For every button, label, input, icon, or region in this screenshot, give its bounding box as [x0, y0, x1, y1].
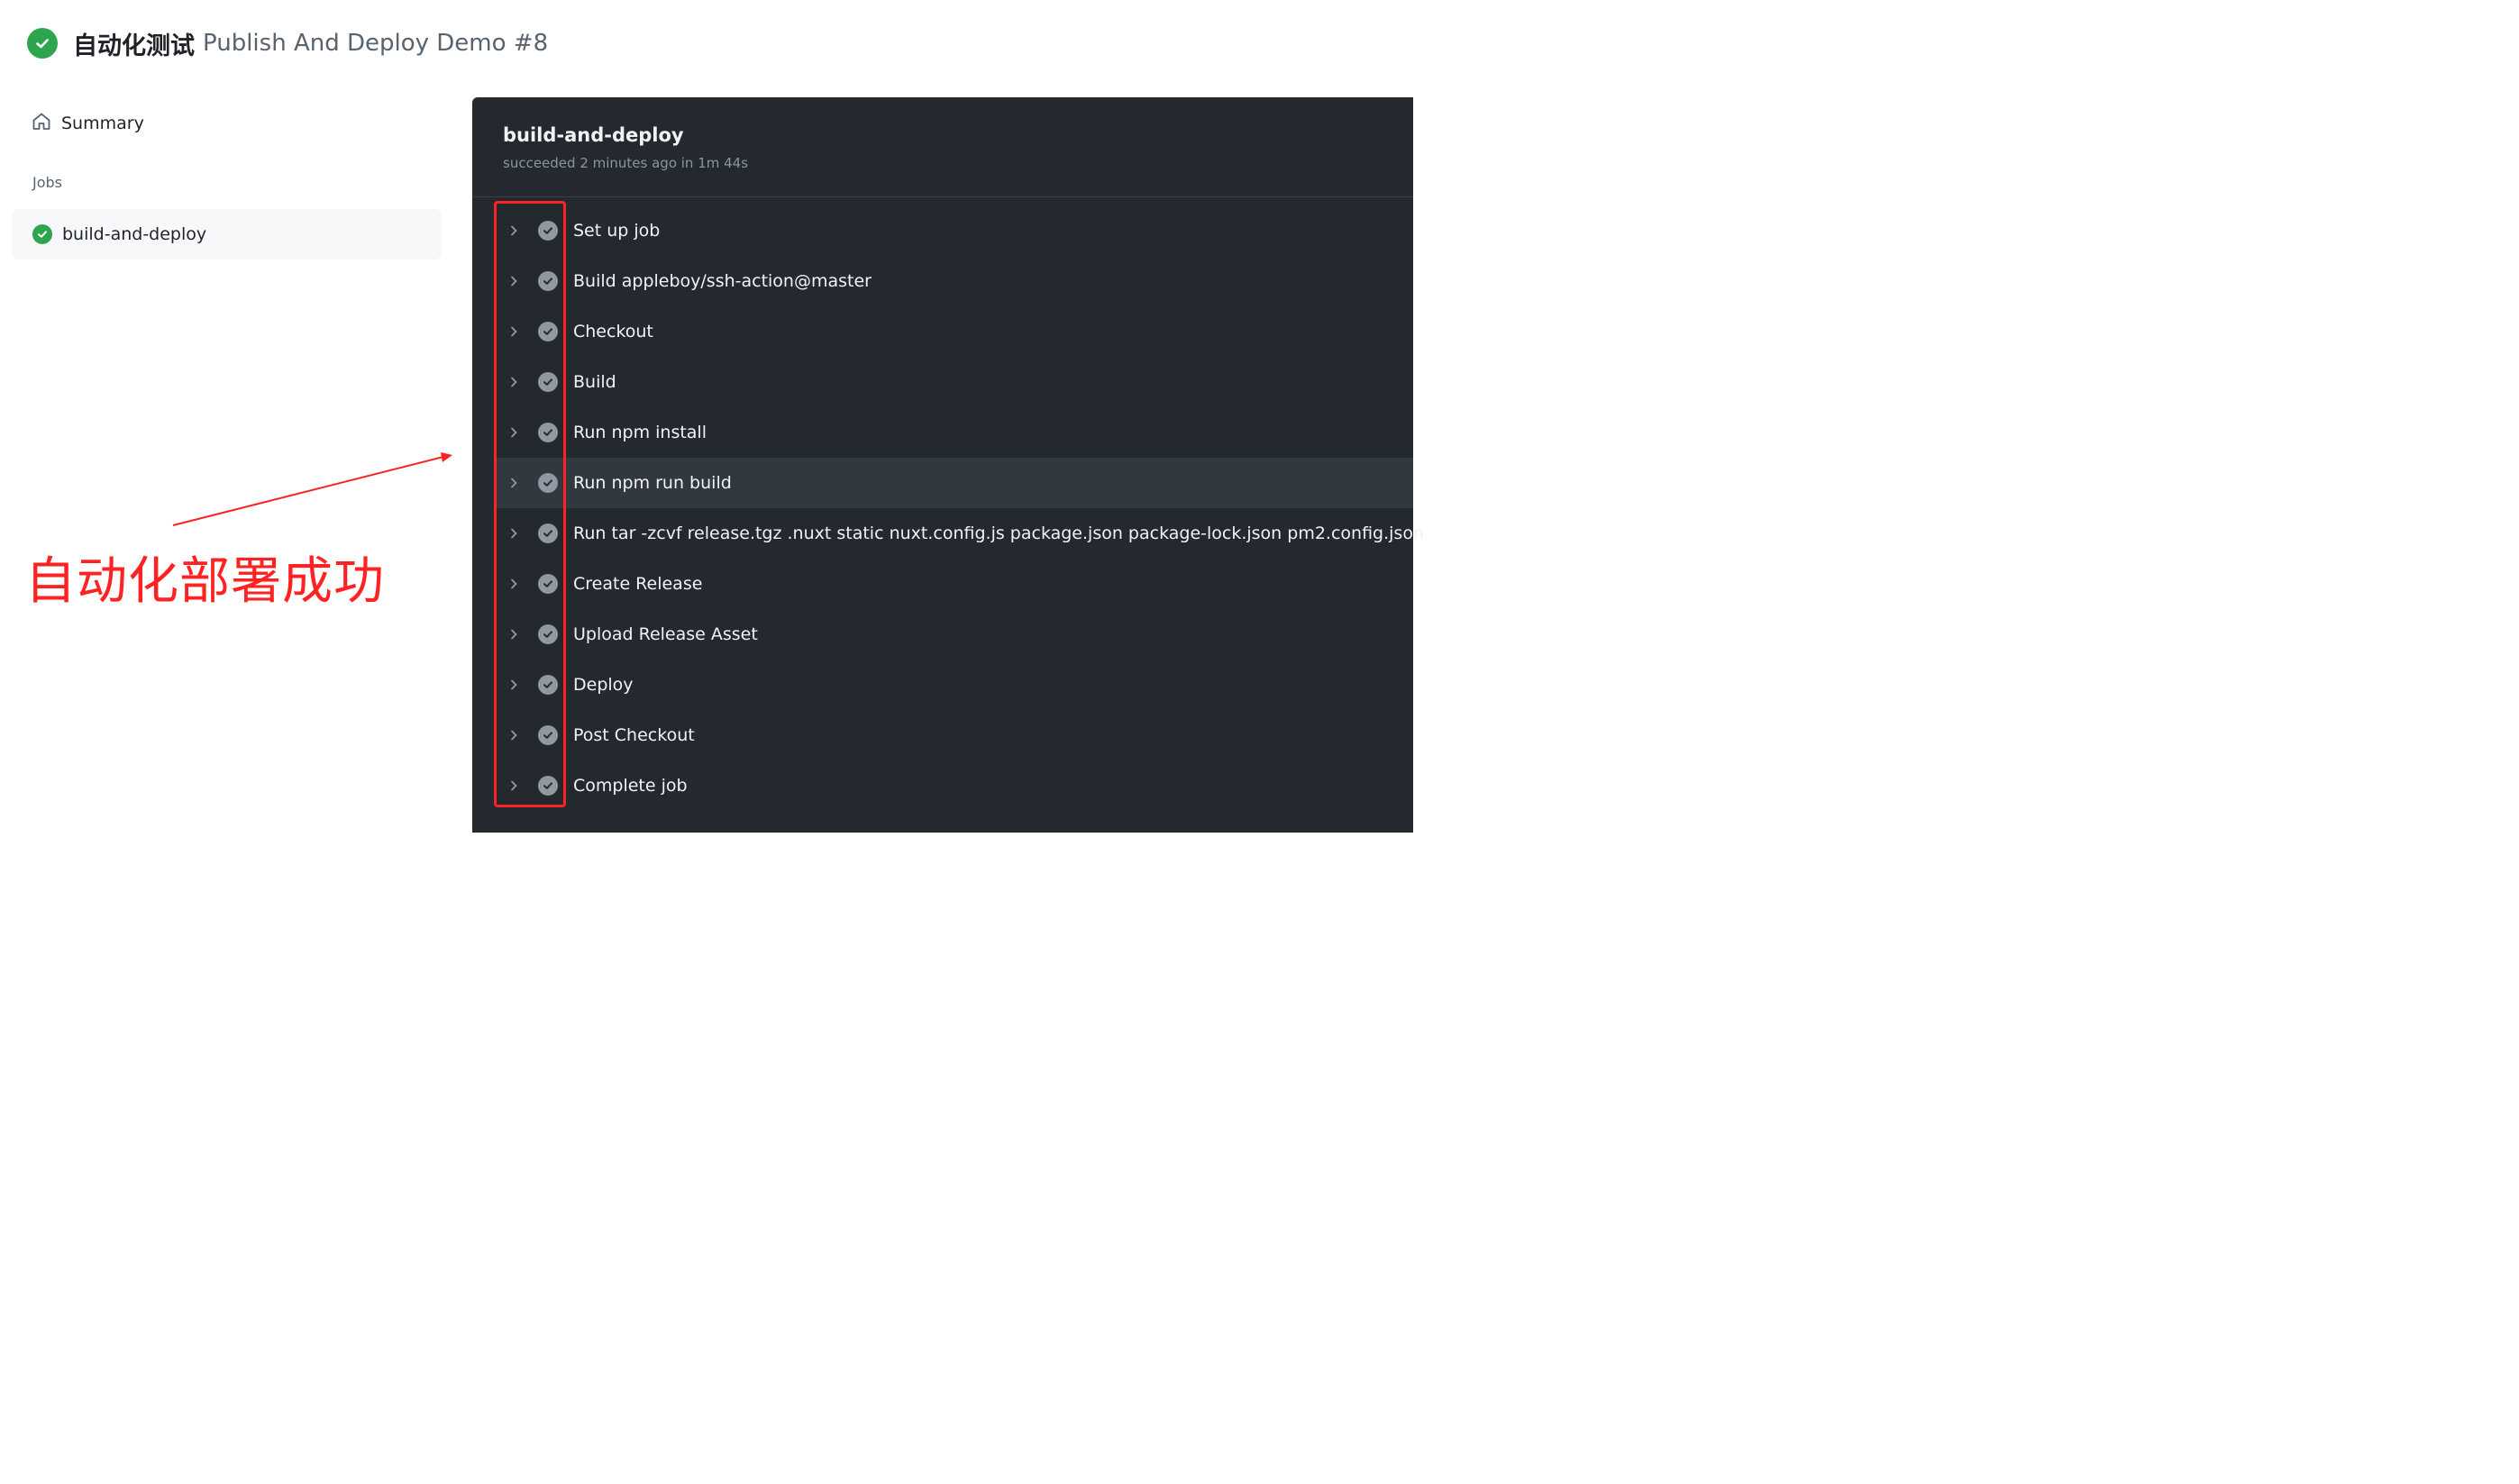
annotation-text: 自动化部署成功 [25, 552, 385, 611]
annotation-arrow [172, 452, 452, 526]
